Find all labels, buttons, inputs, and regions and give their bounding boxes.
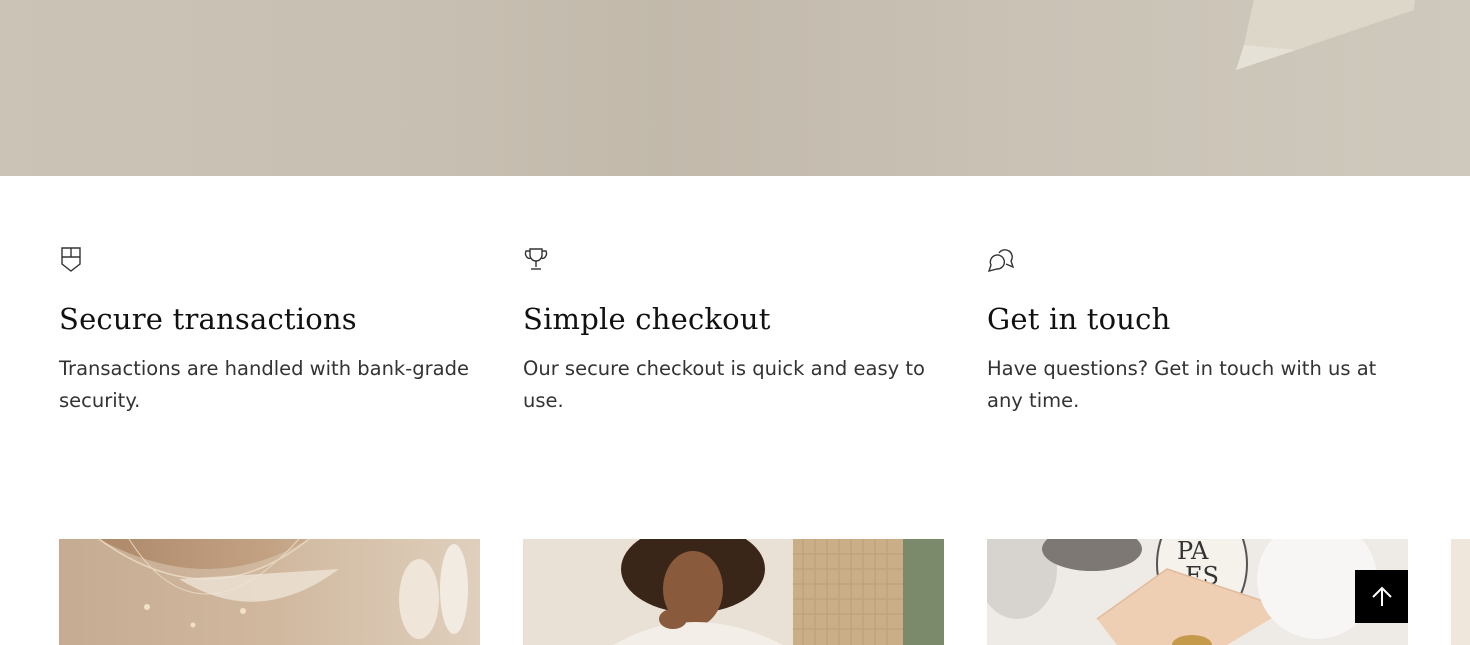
- feature-description: Transactions are handled with bank-grade…: [59, 357, 469, 412]
- shield-icon: [61, 247, 81, 272]
- chat-icon: [987, 249, 1015, 272]
- necklace-photo: [59, 539, 480, 645]
- trophy-icon: [524, 248, 548, 270]
- back-to-top-button[interactable]: [1355, 570, 1408, 623]
- product-card-model[interactable]: [523, 539, 944, 645]
- hero-banner-image: [0, 0, 1470, 176]
- hero-decor-shape: [1236, 0, 1415, 70]
- feature-title: Secure transactions: [59, 302, 357, 336]
- product-card-partial[interactable]: [1451, 539, 1470, 645]
- feature-description: Have questions? Get in touch with us at …: [987, 357, 1377, 412]
- product-card-perfume[interactable]: PA ES: [987, 539, 1408, 645]
- model-photo: [523, 539, 944, 645]
- arrow-up-icon: [1371, 586, 1392, 606]
- feature-description: Our secure checkout is quick and easy to…: [523, 357, 925, 412]
- feature-title: Get in touch: [987, 302, 1171, 336]
- feature-title: Simple checkout: [523, 302, 771, 336]
- product-card-necklace[interactable]: [59, 539, 480, 645]
- perfume-photo: PA ES: [987, 539, 1408, 645]
